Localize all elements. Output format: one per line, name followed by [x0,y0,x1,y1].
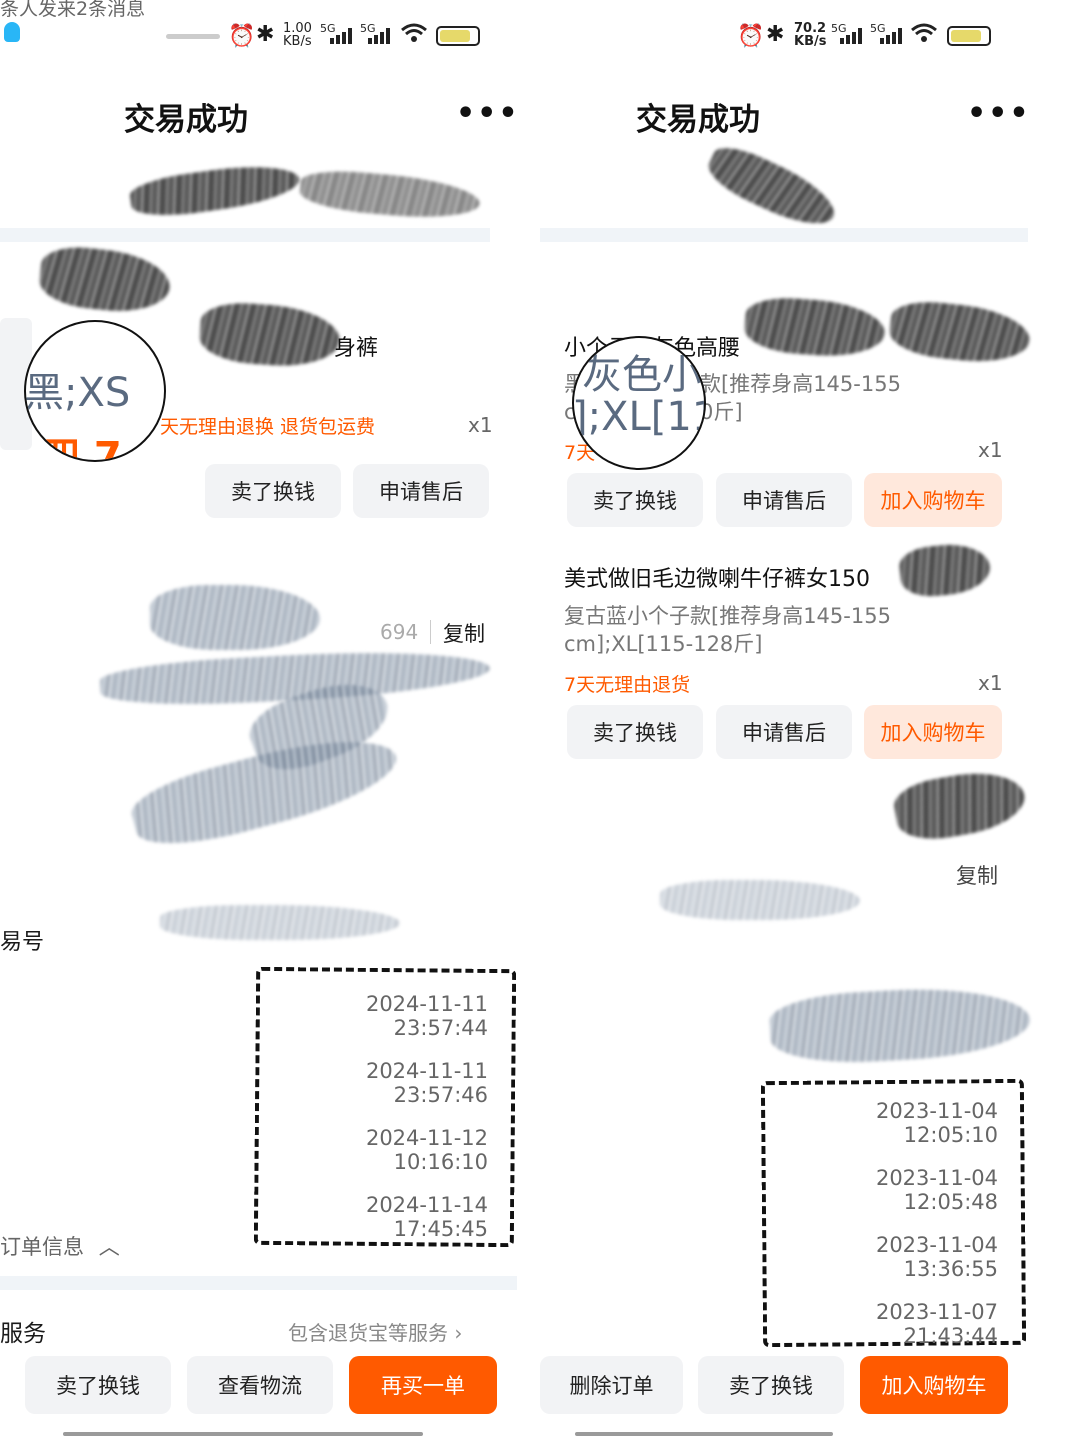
product-name: 身裤 [334,336,379,361]
p2-add-cart-button[interactable]: 加入购物车 [864,705,1002,759]
bluetooth-icon: ✱ [256,22,275,47]
redaction [128,158,302,222]
home-indicator [63,1432,423,1436]
ship-time: 2023-11-04 13:36:55 [875,1233,998,1281]
redaction [890,764,1030,846]
product2-spec1: 复古蓝小个子款[推荐身高145-155 [564,604,891,628]
redaction [743,295,887,360]
product1-spec2-tail: 0斤] [700,400,743,424]
service-link[interactable]: 包含退货宝等服务 › [288,1317,462,1346]
copy-button[interactable]: 复制 [443,618,485,648]
home-indicator [575,1432,833,1436]
signal-icon [840,28,864,44]
page-title: 交易成功 [124,102,248,138]
bluetooth-icon: ✱ [766,22,785,47]
redaction [701,138,844,237]
sell-button[interactable]: 卖了换钱 [205,464,341,518]
after-sale-button[interactable]: 申请售后 [353,464,489,518]
section-gap [0,228,490,242]
left-screenshot: 条人发来2条消息 ⏰ ✱ 1.00 KB/s 5G 5G 交易成功 ••• 身裤… [0,0,517,1440]
product2-guarantee: 7天无理由退货 [564,674,691,696]
chevron-up-icon: ︿ [98,1235,120,1259]
magnified-spec: 灰色小 [582,352,702,398]
order-info-label: 订单信息 [0,1235,84,1259]
redaction [150,585,320,650]
net-speed: 1.00 KB/s [283,21,312,49]
separator [430,620,431,644]
redaction [768,983,1032,1067]
p1-after-sale-button[interactable]: 申请售后 [716,473,852,527]
page-title: 交易成功 [636,102,760,138]
p1-add-cart-button[interactable]: 加入购物车 [864,473,1002,527]
magnifier-circle: 黑;XS 四 7 [24,320,166,462]
more-button[interactable]: ••• [967,96,1031,131]
panel-divider [517,0,540,1440]
service-link-text: 包含退货宝等服务 [288,1321,448,1345]
product2-name: 美式做旧毛边微喇牛仔裤女150 [564,567,870,592]
magnifier-circle: 灰色小 ];XL[11 [572,336,706,470]
p2-sell-button[interactable]: 卖了换钱 [567,705,703,759]
order-info-toggle[interactable]: 订单信息 ︿ [0,1231,120,1261]
signal-icon-2 [368,28,392,44]
pay-time: 2024-11-11 23:57:46 [365,1059,488,1107]
wifi-icon [400,22,428,50]
alarm-icon: ⏰ [737,24,765,49]
bottom-sell-button[interactable]: 卖了换钱 [698,1356,844,1414]
redaction [887,297,1033,368]
magnified-spec-2: ];XL[11 [572,394,706,440]
product1-spec-tail: 款[推荐身高145-155 [700,372,901,396]
trade-no-label: 易号 [0,930,45,955]
complete-time: 2024-11-14 17:45:45 [365,1193,488,1241]
section-gap [0,1276,517,1290]
order-number-tail: 694 [380,620,419,644]
signal-icon [330,28,354,44]
complete-time: 2023-11-07 21:43:44 [875,1300,998,1348]
net-speed: 70.2 KB/s [794,21,827,49]
qq-icon [4,22,20,42]
view-logistics-button[interactable]: 查看物流 [187,1356,333,1414]
delete-order-button[interactable]: 删除订单 [540,1356,683,1414]
right-screenshot: ⏰ ✱ 70.2 KB/s 5G 5G 交易成功 ••• 小个子黑灰色高腰 黑 … [540,0,1080,1440]
battery-icon [436,26,480,46]
ship-time: 2024-11-12 10:16:10 [365,1126,488,1174]
product2-spec2: cm];XL[115-128斤] [564,632,763,656]
product2-qty: x1 [978,671,1003,695]
magnified-extra: 四 7 [40,434,122,462]
copy-button[interactable]: 复制 [956,860,998,890]
section-gap [540,228,1028,242]
p1-sell-button[interactable]: 卖了换钱 [567,473,703,527]
service-label: 服务 [0,1321,46,1347]
bottom-add-cart-button[interactable]: 加入购物车 [860,1356,1008,1414]
magnified-spec: 黑;XS [24,370,131,416]
guarantee-text: 天无理由退换 退货包运费 [160,416,376,438]
wifi-icon [910,22,938,48]
bottom-sell-button[interactable]: 卖了换钱 [25,1356,171,1414]
battery-icon [947,26,991,46]
pay-time: 2023-11-04 12:05:48 [875,1166,998,1214]
redaction [37,243,173,317]
create-time: 2023-11-04 12:05:10 [875,1099,998,1147]
p2-after-sale-button[interactable]: 申请售后 [716,705,852,759]
more-button[interactable]: ••• [456,96,517,131]
product1-qty: x1 [978,438,1003,462]
redaction [160,905,400,940]
redaction [198,300,342,370]
progress-line [166,34,220,39]
redaction [660,880,860,920]
redaction [298,167,482,223]
create-time: 2024-11-11 23:57:44 [365,992,488,1040]
alarm-icon: ⏰ [228,24,256,49]
notification-text: 条人发来2条消息 [0,0,146,20]
redaction [897,540,993,600]
buy-again-button[interactable]: 再买一单 [349,1356,497,1414]
chevron-right-icon: › [454,1321,463,1345]
quantity: x1 [468,413,493,437]
signal-icon-2 [880,28,904,44]
